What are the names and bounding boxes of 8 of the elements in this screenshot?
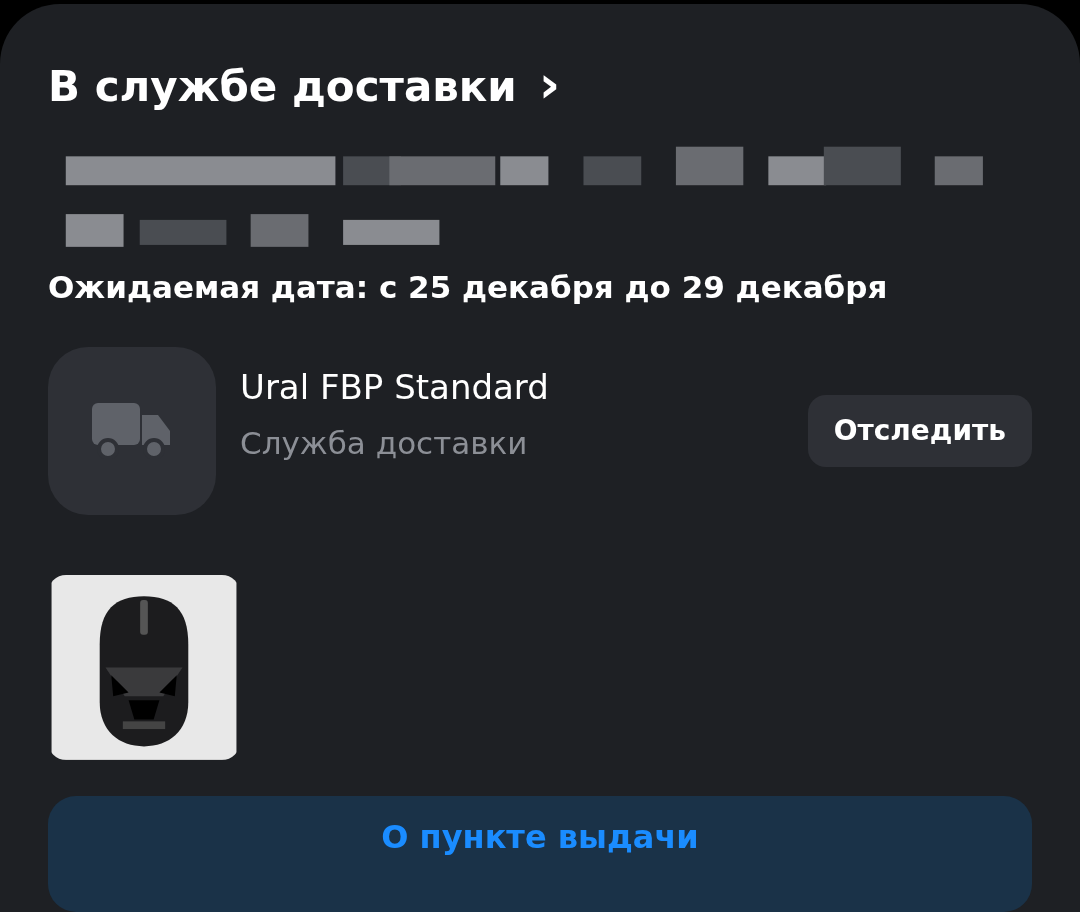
expected-date: Ожидаемая дата: с 25 декабря до 29 декабря (48, 268, 889, 305)
pickup-button[interactable]: О пункте выдачи (48, 795, 1032, 912)
section-title[interactable]: В службе доставки (48, 62, 517, 111)
chevron[interactable]: › (538, 57, 561, 110)
carrier-subtitle: Служба доставки (240, 424, 529, 461)
track-button[interactable]: Отследить (807, 394, 1032, 467)
carrier-name: Ural FBP Standard (240, 366, 550, 407)
truck-icon (92, 402, 172, 459)
